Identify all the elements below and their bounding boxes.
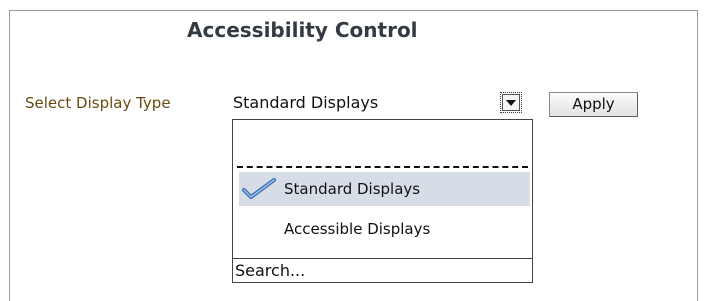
option-label: Accessible Displays (284, 220, 431, 238)
select-current-value: Standard Displays (233, 93, 379, 112)
option-label: Standard Displays (284, 180, 421, 198)
dropdown-blank-option[interactable] (233, 120, 532, 164)
option-standard-displays[interactable]: Standard Displays (239, 172, 530, 206)
checkmark-icon (242, 178, 276, 199)
dropdown-toggle-button[interactable] (500, 92, 522, 113)
dropdown-separator (237, 166, 528, 168)
apply-button[interactable]: Apply (549, 92, 638, 117)
dropdown-search-option[interactable]: Search... (233, 258, 532, 282)
chevron-down-icon (506, 100, 516, 106)
display-type-select[interactable]: Standard Displays (229, 88, 533, 119)
option-accessible-displays[interactable]: Accessible Displays (239, 212, 530, 246)
panel-title: Accessibility Control (187, 18, 418, 42)
display-type-label: Select Display Type (25, 94, 171, 112)
display-type-dropdown-list: Standard Displays Accessible Displays Se… (232, 119, 533, 283)
